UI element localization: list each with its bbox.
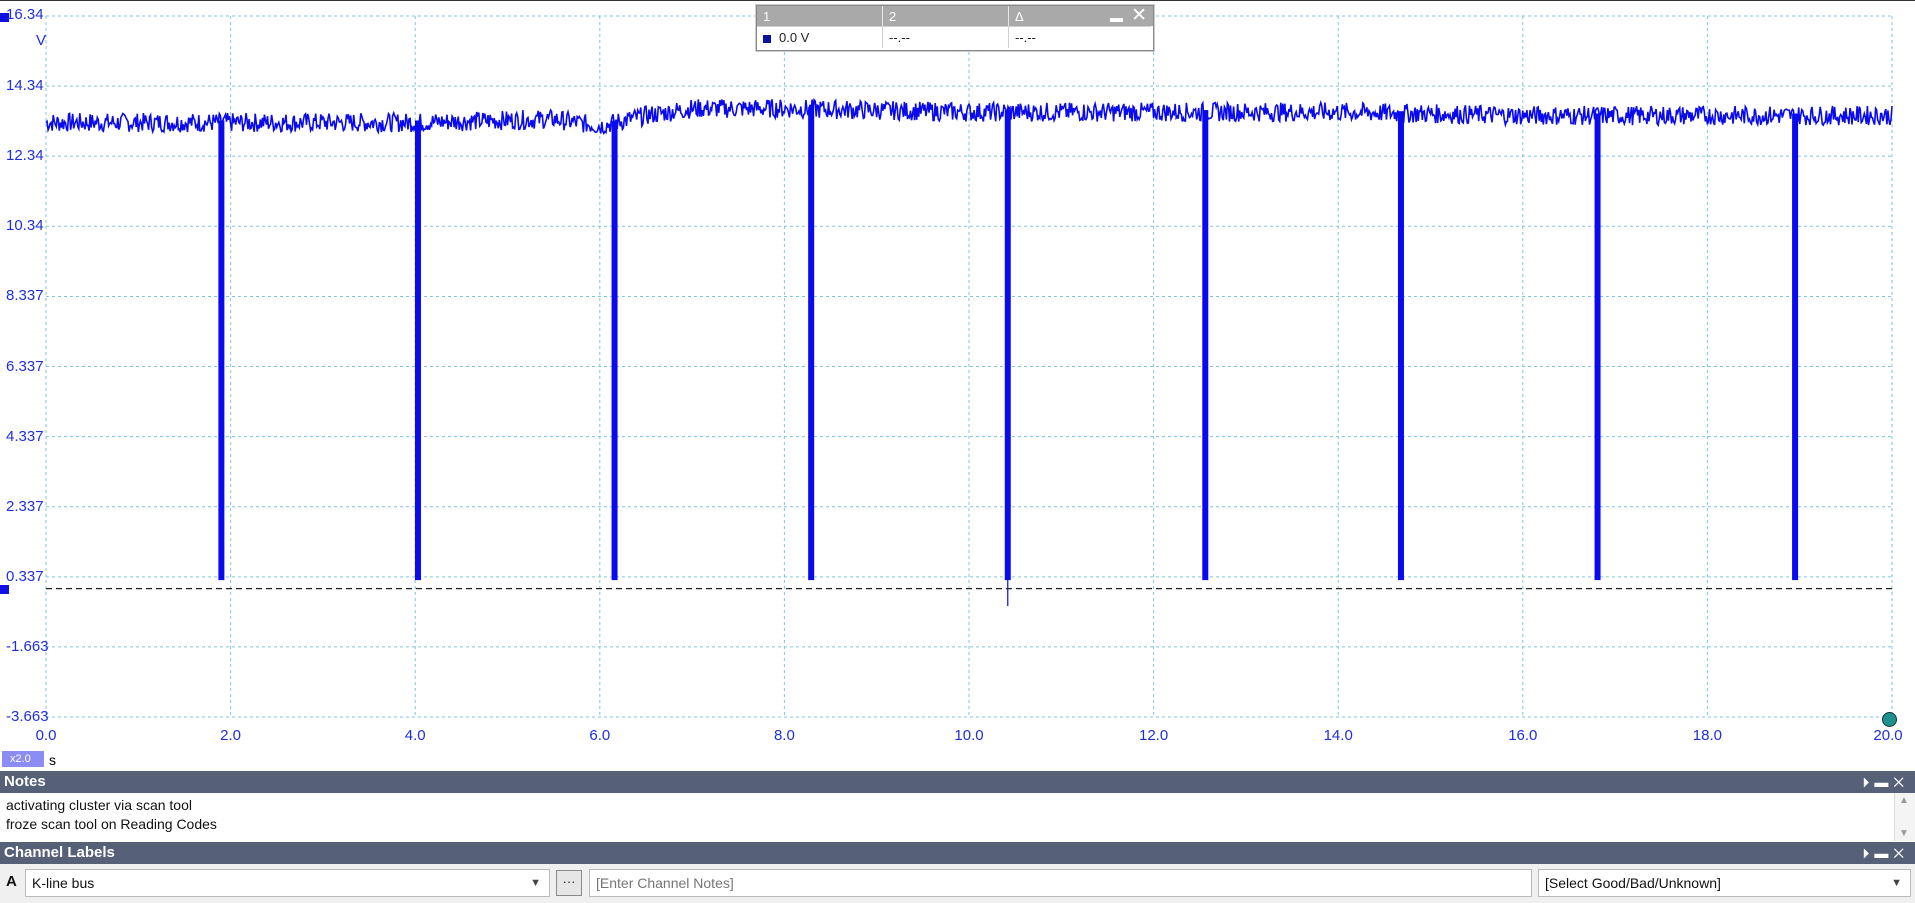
channel-labels-title: Channel Labels xyxy=(4,844,115,861)
scope-grid xyxy=(45,15,1893,718)
y-tick-label: 14.34 xyxy=(6,77,44,95)
x-axis-unit: s xyxy=(49,752,56,768)
minimize-icon[interactable]: ▬ xyxy=(1110,10,1123,25)
dropout-spike xyxy=(1004,110,1011,581)
x-tick-label: 14.0 xyxy=(1323,727,1353,744)
close-icon[interactable]: ✕ xyxy=(1131,6,1147,26)
oscilloscope-view[interactable]: V 16.34 14.34 12.34 10.34 8.337 6.337 4.337 2.3… xyxy=(0,0,1915,772)
x-tick-label: 10.0 xyxy=(954,727,984,744)
y-tick-label: 2.337 xyxy=(6,497,44,515)
notes-textarea[interactable]: activating cluster via scan tool froze s… xyxy=(0,793,1915,841)
chevron-down-icon[interactable]: ▼ xyxy=(1891,870,1902,896)
y-tick-label: -3.663 xyxy=(6,708,49,725)
y-tick-label: 6.337 xyxy=(6,357,44,375)
channel-name-select[interactable]: K-line bus ▼ xyxy=(25,869,550,897)
ruler-value-1: 0.0 V xyxy=(779,30,810,45)
quality-select[interactable]: [Select Good/Bad/Unknown] ▼ xyxy=(1538,869,1911,897)
x-tick-label: 8.0 xyxy=(773,727,795,744)
y-tick-label: -1.663 xyxy=(6,637,49,655)
dropout-spike xyxy=(611,120,618,581)
dropout-spike xyxy=(1792,113,1799,581)
ruler-col-delta: Δ xyxy=(1015,9,1024,24)
dropout-spike xyxy=(808,107,815,581)
x-tick-label: 16.0 xyxy=(1508,727,1538,744)
y-axis-unit: V xyxy=(36,32,47,49)
notes-scrollbar[interactable]: ▲ ▼ xyxy=(1894,793,1915,841)
minimize-icon[interactable]: ▬ xyxy=(1874,845,1893,861)
minimize-icon[interactable]: ▬ xyxy=(1874,774,1893,790)
x-tick-label: 12.0 xyxy=(1138,727,1169,744)
more-options-button[interactable]: ··· xyxy=(556,870,582,896)
dropout-spikes xyxy=(218,107,1799,607)
channel-labels-row: A K-line bus ▼ ··· [Select Good/Bad/Unkn… xyxy=(0,864,1915,903)
y-tick-label: 4.337 xyxy=(6,427,44,445)
ruler-legend-panel[interactable]: 1 2 Δ ▬ ✕ 0.0 V --.-- --.-- xyxy=(756,5,1154,51)
ruler-value-delta: --.-- xyxy=(1009,26,1151,48)
channel-name-value: K-line bus xyxy=(32,875,95,891)
channel-a-trace xyxy=(45,97,1893,136)
x-tick-label: 0.0 xyxy=(35,727,57,744)
chevron-down-icon[interactable]: ▼ xyxy=(530,870,541,896)
channel-letter: A xyxy=(6,873,17,890)
y-tick-label: 16.34 xyxy=(6,6,44,23)
y-tick-label: 10.34 xyxy=(6,217,44,235)
trigger-marker[interactable] xyxy=(1882,712,1897,727)
dropout-spike xyxy=(414,120,421,581)
ruler-value-1-cell: 0.0 V xyxy=(757,26,883,48)
x-tick-label: 2.0 xyxy=(220,727,242,744)
labels-panel-tools[interactable]: ⏵▬✕ xyxy=(1862,842,1909,864)
x-tick-label: 20.0 xyxy=(1873,727,1903,744)
dropout-spike xyxy=(1202,110,1209,581)
ruler-col-1: 1 xyxy=(757,6,883,26)
ruler-col-2: 2 xyxy=(883,6,1009,26)
x-tick-label: 18.0 xyxy=(1692,727,1722,744)
scope-plot[interactable] xyxy=(0,1,1915,772)
quality-select-value: [Select Good/Bad/Unknown] xyxy=(1545,875,1721,891)
scroll-down-icon[interactable]: ▼ xyxy=(1899,828,1909,839)
channel-color-swatch xyxy=(763,34,771,43)
pin-icon[interactable]: ⏵ xyxy=(1862,774,1874,790)
ruler-value-2: --.-- xyxy=(883,26,1009,48)
notes-panel-tools[interactable]: ⏵▬✕ xyxy=(1862,771,1909,793)
dropout-spike xyxy=(1397,111,1404,581)
y-tick-label: 12.34 xyxy=(6,147,44,165)
pin-icon[interactable]: ⏵ xyxy=(1862,845,1874,861)
scroll-up-icon[interactable]: ▲ xyxy=(1899,795,1909,806)
y-tick-label: 0.337 xyxy=(6,567,44,585)
channel-notes-input[interactable] xyxy=(589,869,1532,897)
dropout-spike xyxy=(1594,113,1601,581)
channel-labels-header: Channel Labels ⏵▬✕ xyxy=(0,842,1915,864)
notes-line: activating cluster via scan tool xyxy=(6,797,192,813)
x-tick-label: 4.0 xyxy=(404,727,426,744)
close-icon[interactable]: ✕ xyxy=(1893,774,1909,790)
x-tick-label: 6.0 xyxy=(589,727,611,744)
notes-line: froze scan tool on Reading Codes xyxy=(6,816,217,832)
zero-offset-marker[interactable] xyxy=(0,584,9,594)
y-tick-label: 8.337 xyxy=(6,287,44,305)
zoom-badge[interactable]: x2.0 xyxy=(2,751,44,767)
notes-panel-header: Notes ⏵▬✕ xyxy=(0,771,1915,793)
notes-title: Notes xyxy=(4,773,46,790)
dropout-spike xyxy=(218,120,225,581)
close-icon[interactable]: ✕ xyxy=(1893,845,1909,861)
